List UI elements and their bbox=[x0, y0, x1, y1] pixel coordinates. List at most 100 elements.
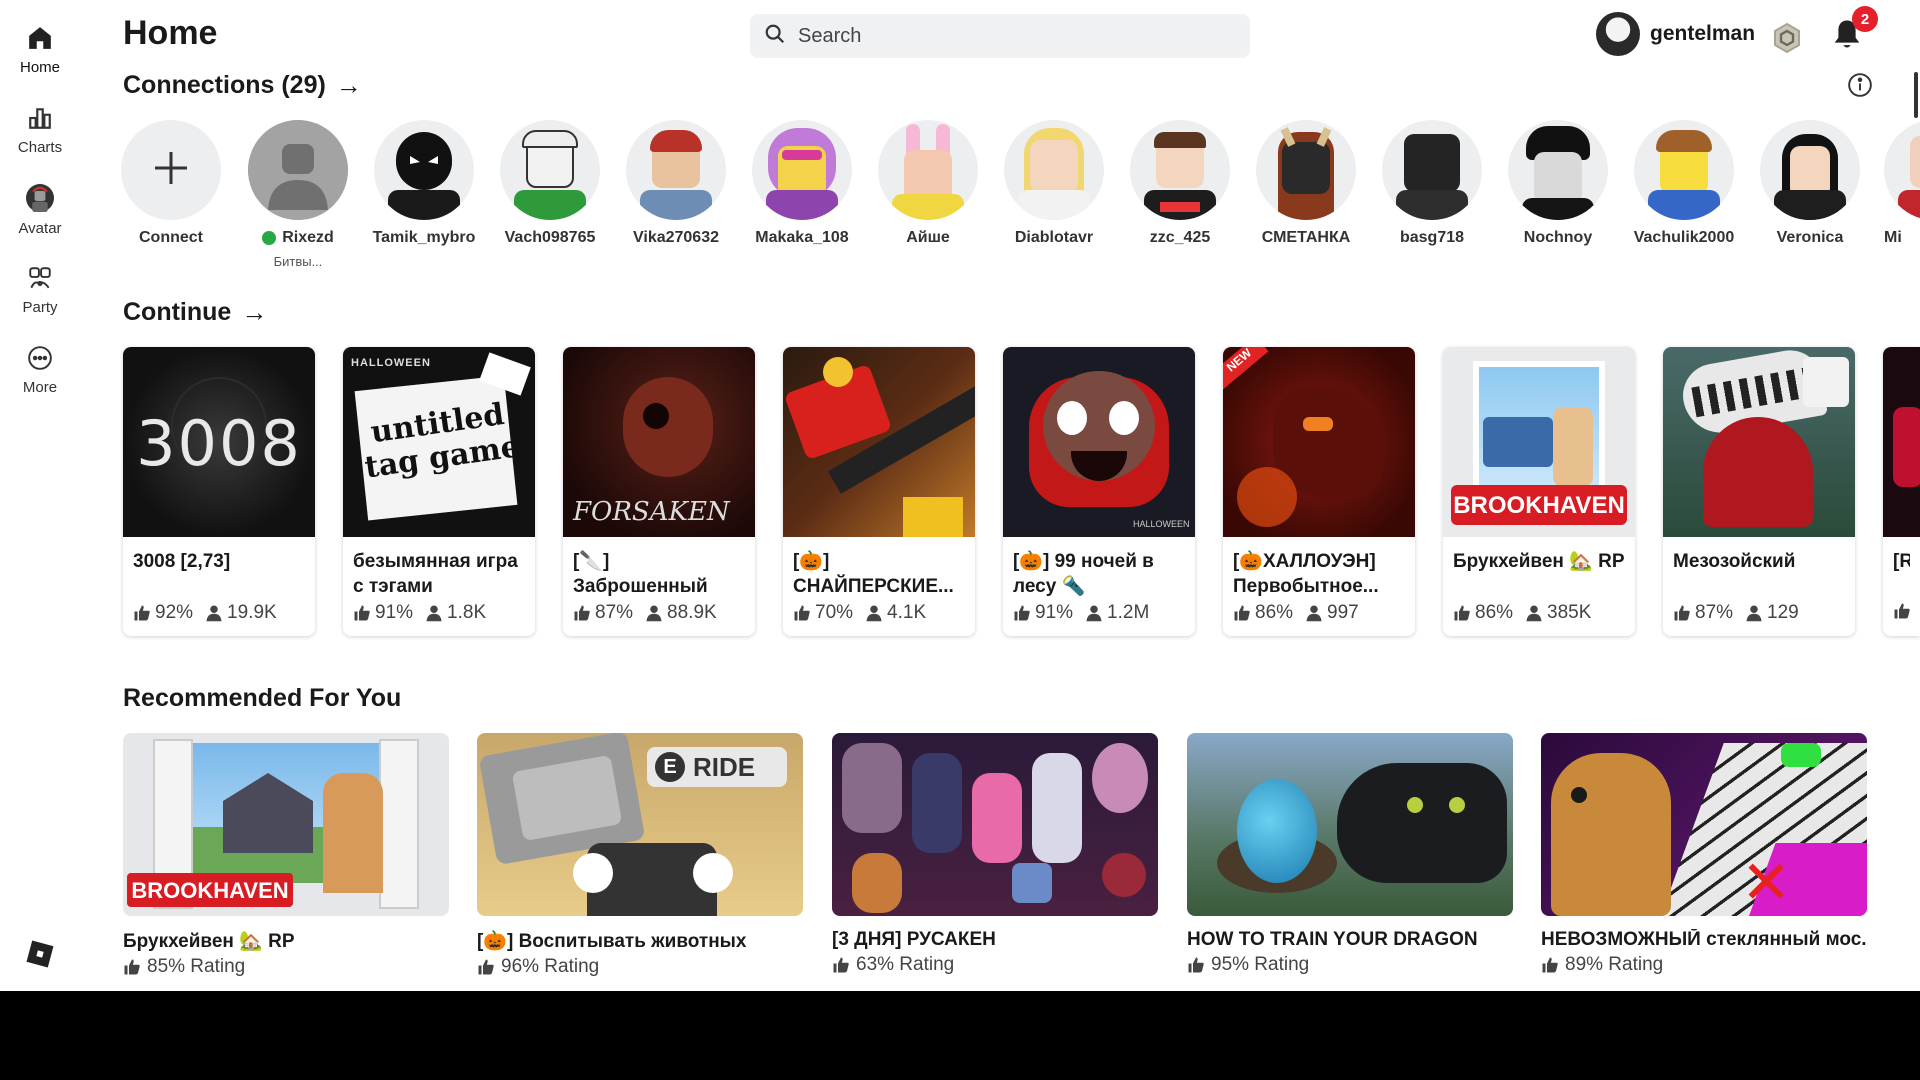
game-title: [🎃] СНАЙПЕРСКИЕ... bbox=[793, 551, 954, 597]
thumbs-up-icon bbox=[1542, 957, 1558, 973]
game-thumbnail bbox=[1663, 347, 1855, 537]
game-stats: 91% 1.8K bbox=[353, 602, 498, 624]
sidebar-item-avatar[interactable]: Avatar bbox=[0, 166, 80, 237]
recommended-card[interactable]: E RIDE [🎃] Воспитывать животных 96% Rati… bbox=[477, 733, 803, 978]
game-title: безымянная игра с тэгами bbox=[353, 551, 518, 597]
game-card[interactable]: 3008 3008 [2,73] 92% 19.9K bbox=[123, 347, 315, 636]
robux-icon[interactable] bbox=[1771, 22, 1803, 54]
username: gentelman bbox=[1650, 22, 1756, 45]
players-icon bbox=[866, 605, 882, 622]
scrollbar[interactable] bbox=[1914, 72, 1918, 118]
connection-name: Айше bbox=[906, 229, 950, 246]
avatar bbox=[1508, 120, 1608, 220]
user-profile[interactable]: gentelman bbox=[1596, 12, 1755, 56]
avatar bbox=[1382, 120, 1482, 220]
thumbs-up-icon bbox=[124, 959, 140, 975]
game-thumbnail: ✕ bbox=[1541, 733, 1867, 916]
connection-item[interactable]: Nochnoy bbox=[1506, 120, 1610, 247]
game-stats: 87% 129 bbox=[1673, 602, 1811, 624]
online-status-dot bbox=[262, 231, 277, 245]
info-icon[interactable] bbox=[1847, 72, 1873, 98]
connection-item[interactable]: Mi bbox=[1884, 120, 1920, 247]
thumbs-up-icon bbox=[794, 605, 810, 621]
avatar bbox=[1884, 120, 1920, 220]
game-card[interactable]: Мезозойский 87% 129 bbox=[1663, 347, 1855, 636]
thumbs-up-icon bbox=[354, 605, 370, 621]
connection-item[interactable]: СМЕТАНКА bbox=[1254, 120, 1358, 247]
connection-item[interactable]: Vachulik2000 bbox=[1632, 120, 1736, 247]
game-rating: 89% Rating bbox=[1541, 954, 1867, 976]
connections-header[interactable]: Connections (29) → bbox=[123, 70, 362, 101]
plus-icon bbox=[151, 148, 191, 193]
connection-item[interactable]: Makaka_108 bbox=[750, 120, 854, 247]
recommended-card[interactable]: HOW TO TRAIN YOUR DRAGON 95% Rating bbox=[1187, 733, 1513, 976]
game-card[interactable]: [R] Юр bbox=[1883, 347, 1920, 636]
connection-item[interactable]: Veronica bbox=[1758, 120, 1862, 247]
continue-header[interactable]: Continue → bbox=[123, 297, 267, 328]
sidebar-item-home[interactable]: Home bbox=[0, 6, 80, 76]
connection-item[interactable]: Айше bbox=[876, 120, 980, 247]
connection-name: Vika270632 bbox=[632, 229, 719, 246]
connection-item[interactable]: Vika270632 bbox=[624, 120, 728, 247]
game-title: [3 ДНЯ] РУСАКЕН bbox=[832, 929, 996, 950]
recommended-header: Recommended For You bbox=[123, 684, 401, 713]
connection-item[interactable]: zzc_425 bbox=[1128, 120, 1232, 247]
avatar[interactable] bbox=[1596, 12, 1640, 56]
avatar bbox=[1760, 120, 1860, 220]
game-rating: 95% Rating bbox=[1187, 954, 1513, 976]
game-card[interactable]: NEW [🎃ХАЛЛОУЭН] Первобытное... 86% 997 bbox=[1223, 347, 1415, 636]
game-title: [R] Юр bbox=[1893, 551, 1910, 572]
game-thumbnail: BROOKHAVEN bbox=[1443, 347, 1635, 537]
thumbs-up-icon bbox=[1894, 603, 1910, 619]
game-stats: 92% 19.9K bbox=[133, 602, 289, 624]
avatar-icon bbox=[26, 184, 54, 212]
arrow-right-icon: → bbox=[335, 70, 362, 100]
connection-item[interactable]: Tamik_mybro bbox=[372, 120, 476, 247]
sidebar-item-more[interactable]: More bbox=[0, 326, 80, 396]
game-title: Мезозойский bbox=[1673, 551, 1796, 572]
game-thumbnail: NEW bbox=[1223, 347, 1415, 537]
search-input[interactable] bbox=[798, 24, 1218, 48]
game-title: Брукхейвен 🏡 RP bbox=[123, 931, 295, 952]
more-icon bbox=[26, 344, 54, 371]
players-icon bbox=[1086, 605, 1102, 622]
game-card[interactable]: HALLOWEEN untitled tag game безымянная и… bbox=[343, 347, 535, 636]
game-card[interactable]: FORSAKEN [🔪] Заброшенный 87% 88.9K bbox=[563, 347, 755, 636]
recommended-card[interactable]: [3 ДНЯ] РУСАКЕН 63% Rating bbox=[832, 733, 1158, 976]
avatar bbox=[248, 120, 348, 220]
sidebar-item-charts[interactable]: Charts bbox=[0, 86, 80, 156]
connection-item[interactable]: Diablotavr bbox=[1002, 120, 1106, 247]
game-card[interactable]: HALLOWEEN [🎃] 99 ночей в лесу 🔦 91% 1.2M bbox=[1003, 347, 1195, 636]
recommended-card[interactable]: ✕ НЕВОЗМОЖНЫЙ стеклянный мос... 89% Rati… bbox=[1541, 733, 1867, 976]
thumbs-up-icon bbox=[1454, 605, 1470, 621]
sidebar-item-label: Home bbox=[19, 59, 60, 76]
roblox-logo-icon[interactable] bbox=[26, 940, 54, 968]
connection-name: Diablotavr bbox=[1014, 229, 1094, 246]
thumbs-up-icon bbox=[833, 957, 849, 973]
connection-item[interactable]: basg718 bbox=[1380, 120, 1484, 247]
game-thumbnail bbox=[832, 733, 1158, 916]
thumbs-up-icon bbox=[1234, 605, 1250, 621]
connection-name: Vachulik2000 bbox=[1633, 229, 1735, 246]
thumbs-up-icon bbox=[1188, 957, 1204, 973]
game-rating: 96% Rating bbox=[477, 956, 803, 978]
avatar bbox=[878, 120, 978, 220]
avatar bbox=[374, 120, 474, 220]
players-icon bbox=[646, 605, 662, 622]
game-thumbnail: HALLOWEEN bbox=[1003, 347, 1195, 537]
sidebar-item-party[interactable]: Party bbox=[0, 246, 80, 316]
game-card[interactable]: [🎃] СНАЙПЕРСКИЕ... 70% 4.1K bbox=[783, 347, 975, 636]
connection-name: Rixezd bbox=[262, 229, 334, 247]
connection-name: basg718 bbox=[1399, 229, 1465, 246]
sidebar-item-label: Avatar bbox=[18, 220, 62, 237]
search-bar[interactable] bbox=[750, 14, 1250, 58]
game-card[interactable]: BROOKHAVEN Брукхейвен 🏡 RP 86% 385K bbox=[1443, 347, 1635, 636]
connection-item[interactable]: Vach098765 bbox=[498, 120, 602, 247]
recommended-card[interactable]: BROOKHAVEN Брукхейвен 🏡 RP 85% Rating bbox=[123, 733, 449, 978]
connect-button[interactable]: Connect bbox=[119, 120, 223, 247]
arrow-right-icon: → bbox=[241, 297, 268, 327]
game-thumbnail bbox=[1883, 347, 1920, 537]
connection-item[interactable]: Rixezd Битвы... bbox=[246, 120, 350, 269]
game-title: HOW TO TRAIN YOUR DRAGON bbox=[1187, 929, 1478, 950]
avatar bbox=[1256, 120, 1356, 220]
